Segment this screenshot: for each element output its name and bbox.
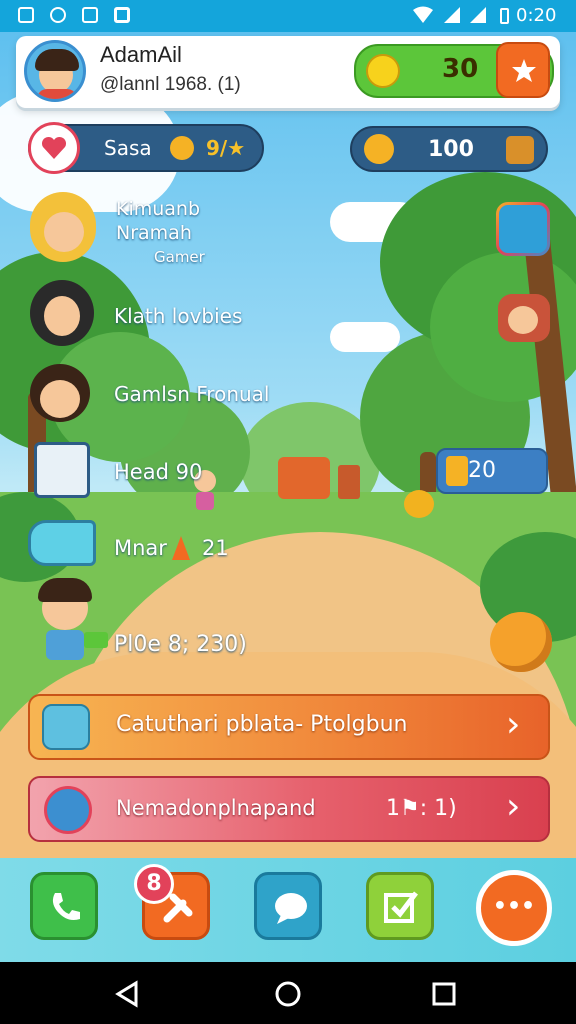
heart-icon (28, 122, 80, 174)
system-nav-bar (0, 962, 576, 1024)
trophy-icon (446, 456, 468, 486)
player-handle: @lannl 1968. (1) (100, 74, 241, 95)
wifi-icon (413, 6, 433, 23)
checkbox-icon (384, 891, 418, 923)
yellow-critter[interactable] (404, 490, 434, 518)
avatar[interactable] (24, 40, 86, 102)
bear-icon (364, 134, 394, 164)
friend-name-4[interactable]: Head 90 (114, 460, 202, 484)
star-icon (512, 59, 536, 82)
bus-prop (278, 457, 330, 499)
friend-tag-1: Gamer (154, 248, 205, 266)
home-icon[interactable] (274, 980, 302, 1008)
friend-value-5: 21 (202, 536, 229, 560)
tasks-button[interactable] (366, 872, 434, 940)
player-name: AdamAil (100, 42, 182, 67)
profile-card[interactable]: AdamAil @lannl 1968. (1) 30 (16, 36, 560, 108)
reward-badge[interactable]: 20 (436, 448, 548, 494)
chat-bubble-icon (275, 893, 307, 924)
phone-button[interactable] (30, 872, 98, 940)
coin-icon (366, 54, 400, 88)
more-button[interactable]: ••• (476, 870, 552, 946)
alarm-icon (50, 7, 66, 23)
event-button[interactable]: Nemadonplnapand 1⚑: 1) › (28, 776, 550, 842)
hearts-stat[interactable]: Sasa 9/★ (28, 122, 264, 174)
notification-badge: 8 (134, 864, 174, 904)
recents-icon[interactable] (430, 980, 458, 1008)
chick-icon (170, 136, 194, 160)
chat-button[interactable] (254, 872, 322, 940)
event-label: Nemadonplnapand (116, 796, 316, 820)
friend-name-5[interactable]: Mnar (114, 536, 167, 560)
image-icon (18, 7, 34, 23)
event-extra: 1⚑: 1) (386, 796, 457, 821)
challenge-label: Catuthari pblata- Ptolgbun (116, 712, 408, 737)
flame-icon (172, 536, 190, 560)
orange-critter[interactable] (490, 612, 552, 672)
sync-icon (44, 786, 92, 834)
friend-avatar-3[interactable] (30, 364, 90, 422)
bottom-dock: 8 ••• (0, 858, 576, 962)
friend-avatar-2[interactable] (30, 280, 94, 346)
add-coins-button[interactable] (496, 42, 550, 98)
sign-prop (338, 465, 360, 499)
friend-sub-1: Nramah (116, 222, 192, 244)
friend-name-2[interactable]: Klath lovbies (114, 304, 242, 328)
coin-count: 30 (442, 54, 479, 84)
clock: 0:20 (516, 5, 557, 26)
chevron-right-icon: › (506, 704, 521, 745)
battery-icon (500, 8, 509, 24)
hearts-label: Sasa (104, 136, 152, 160)
friend-name-1[interactable]: Kimuanb (116, 198, 200, 220)
back-icon[interactable] (114, 980, 142, 1008)
hearts-value: 9/★ (206, 136, 246, 160)
friend-name-3[interactable]: Gamlsn Fronual (114, 382, 269, 406)
square-notification-icon (114, 7, 130, 23)
chest-icon (506, 136, 534, 164)
clipboard-icon (82, 7, 98, 23)
calendar-icon[interactable] (34, 442, 90, 498)
status-bar: 0:20 (0, 0, 576, 32)
friend-avatar-1[interactable] (30, 192, 96, 262)
signal-icon-2 (470, 7, 486, 23)
chevron-right-icon: › (506, 786, 521, 827)
boy-character[interactable] (32, 576, 108, 676)
signal-icon (444, 7, 460, 23)
gems-value: 100 (428, 137, 474, 162)
friend-name-6[interactable]: Pl0e 8; 230) (114, 632, 247, 657)
cloud (330, 322, 400, 352)
phone-icon (52, 893, 80, 920)
challenge-button[interactable]: Catuthari pblata- Ptolgbun › (28, 694, 550, 760)
npc-portrait[interactable] (498, 294, 550, 342)
checklist-icon (42, 704, 90, 750)
reward-value: 20 (468, 458, 496, 483)
refresh-button[interactable] (496, 202, 550, 256)
megaphone-icon[interactable] (28, 520, 96, 566)
gems-stat[interactable]: 100 (350, 126, 548, 172)
